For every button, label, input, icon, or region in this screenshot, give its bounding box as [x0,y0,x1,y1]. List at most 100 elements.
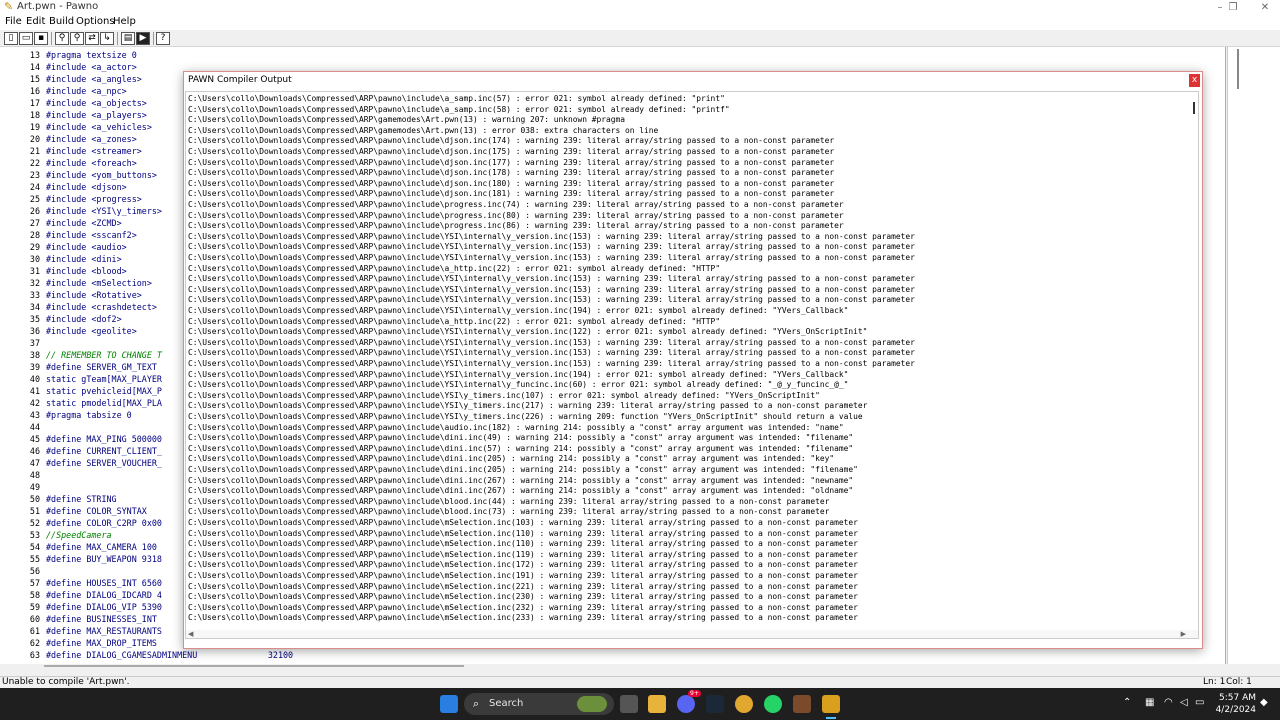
code-line[interactable]: #include <a_actor> [46,61,137,73]
code-line[interactable]: #include <foreach> [46,157,137,169]
code-line[interactable]: #define MAX_RESTAURANTS [46,625,162,637]
code-line[interactable]: #define DIALOG_IDCARD 4 [46,589,162,601]
menu-help[interactable]: Help [113,16,136,27]
code-line[interactable]: #include <a_vehicles> [46,121,152,133]
start-windows-icon[interactable] [440,695,458,713]
code-line[interactable]: #include <mSelection> [46,277,152,289]
close-button[interactable]: ✕ [1250,0,1280,15]
code-line[interactable]: static pmodelid[MAX_PLA [46,397,162,409]
menu-options[interactable]: Options [76,16,115,27]
open-folder-icon[interactable]: ▭ [19,32,33,45]
code-line[interactable]: #define MAX_PING 500000 [46,433,162,445]
active-app-indicator [826,717,836,719]
notification-bell-icon[interactable]: ◆ [1260,697,1268,708]
code-line[interactable]: #include <streamer> [46,145,142,157]
editor-horizontal-scrollbar[interactable] [44,665,464,667]
maximize-button[interactable]: ❐ [1218,0,1248,15]
output-line: C:\Users\collo\Downloads\Compressed\ARP\… [188,147,835,156]
output-line: C:\Users\collo\Downloads\Compressed\ARP\… [188,136,835,146]
code-line[interactable]: #pragma textsize 0 [46,49,137,61]
task-view-icon[interactable] [620,695,638,713]
compile-icon[interactable]: ▤ [121,32,135,45]
discord-icon[interactable]: 9+ [677,690,701,713]
code-line[interactable]: #define STRING [46,493,117,505]
code-line[interactable]: #define BUSINESSES_INT [46,613,157,625]
code-line[interactable]: #include <YSI\y_timers> [46,205,162,217]
code-line[interactable]: #include <ZCMD> [46,217,122,229]
code-line[interactable]: #define BUY_WEAPON 9318 [46,553,162,565]
wifi-icon[interactable]: ◠ [1164,697,1173,708]
code-line[interactable]: #define SERVER_GM_TEXT [46,361,157,373]
code-line[interactable]: #include <dini> [46,253,122,265]
line-number: 38 [29,350,40,360]
code-line[interactable]: #define SERVER_VOUCHER_ [46,457,162,469]
toolbar-separator [51,32,52,45]
menu-edit[interactable]: Edit [26,16,45,27]
output-vertical-scrollbar[interactable] [1193,102,1195,114]
code-line[interactable]: // REMEMBER TO CHANGE T [46,349,162,361]
whatsapp-icon[interactable] [764,695,782,713]
steam-icon[interactable] [706,695,724,713]
side-panel-scrollbar[interactable] [1237,49,1239,89]
code-line[interactable]: #include <a_npc> [46,85,127,97]
code-line[interactable]: #include <a_angles> [46,73,142,85]
code-line[interactable]: #define CURRENT_CLIENT_ [46,445,162,457]
code-line[interactable]: #include <geolite> [46,325,137,337]
search-label: Search [489,698,524,709]
code-line[interactable]: #include <Rotative> [46,289,142,301]
battery-icon[interactable]: ▭ [1195,697,1204,708]
chevron-up-icon[interactable]: ⌃ [1123,697,1131,708]
code-line[interactable]: #define COLOR_SYNTAX [46,505,147,517]
run-icon[interactable]: ▶ [136,32,150,45]
find-next-icon[interactable]: ⚲ [70,32,84,45]
code-line[interactable]: #include <djson> [46,181,127,193]
game-app-icon[interactable] [793,695,811,713]
new-file-icon[interactable]: ▯ [4,32,18,45]
code-line[interactable]: static gTeam[MAX_PLAYER [46,373,162,385]
compiler-output-text[interactable]: C:\Users\collo\Downloads\Compressed\ARP\… [185,91,1199,639]
code-line[interactable]: #define HOUSES_INT 6560 [46,577,162,589]
scroll-right-icon[interactable]: ▶ [1181,630,1186,638]
replace-icon[interactable]: ⇄ [85,32,99,45]
code-line[interactable]: #define DIALOG_VIP 5390 [46,601,162,613]
clock-time: 5:57 AM [1219,693,1256,703]
keyboard-icon[interactable]: ▦ [1145,697,1154,708]
code-line[interactable]: #include <blood> [46,265,127,277]
menu-build[interactable]: Build [49,16,74,27]
code-line[interactable]: static pvehicleid[MAX_P [46,385,162,397]
volume-icon[interactable]: ◁ [1180,697,1188,708]
output-line: C:\Users\collo\Downloads\Compressed\ARP\… [188,274,915,284]
pawno-window: ✎ Art.pwn - Pawno – ❐ ✕ File Edit Build … [0,0,1280,688]
code-line[interactable]: #include <yom_buttons> [46,169,157,181]
code-line[interactable]: #pragma tabsize 0 [46,409,132,421]
code-line[interactable]: #include <a_zones> [46,133,137,145]
file-explorer-icon[interactable] [648,695,666,713]
code-line[interactable]: #include <a_objects> [46,97,147,109]
code-line[interactable]: #include <audio> [46,241,127,253]
taskbar-search[interactable]: ⌕ Search [464,693,614,715]
menu-file[interactable]: File [5,16,22,27]
code-line[interactable]: #include <sscanf2> [46,229,137,241]
save-icon[interactable]: ▪ [34,32,48,45]
code-line[interactable]: #include <progress> [46,193,142,205]
help-icon[interactable]: ? [156,32,170,45]
code-line[interactable]: #define MAX_DROP_ITEMS [46,637,157,649]
code-line[interactable]: #include <crashdetect> [46,301,157,313]
code-line[interactable]: #define COLOR_C2RP 0x00 [46,517,162,529]
code-line[interactable]: #define MAX_CAMERA 100 [46,541,157,553]
line-number: 35 [29,314,40,324]
output-horizontal-scrollbar[interactable]: ◀ ▶ [186,630,1198,638]
clock[interactable]: 5:57 AM 4/2/2024 [1208,692,1256,716]
code-line[interactable]: #include <dof2> [46,313,122,325]
pawno-taskbar-icon[interactable] [822,695,840,713]
chrome-icon[interactable] [735,695,753,713]
dialog-close-button[interactable]: x [1189,74,1200,87]
code-line[interactable]: //SpeedCamera [46,529,112,541]
find-icon[interactable]: ⚲ [55,32,69,45]
goto-icon[interactable]: ↳ [100,32,114,45]
code-line[interactable]: #include <a_players> [46,109,147,121]
output-line: C:\Users\collo\Downloads\Compressed\ARP\… [188,210,844,220]
line-number-gutter: 13 14 15 16 17 18 19 20 21 22 23 24 25 26 27 28 29 30 31 32… [0,47,44,664]
code-line[interactable]: #define DIALOG_CGAMESADMINMENU 32100 [46,649,293,661]
scroll-left-icon[interactable]: ◀ [188,630,193,638]
